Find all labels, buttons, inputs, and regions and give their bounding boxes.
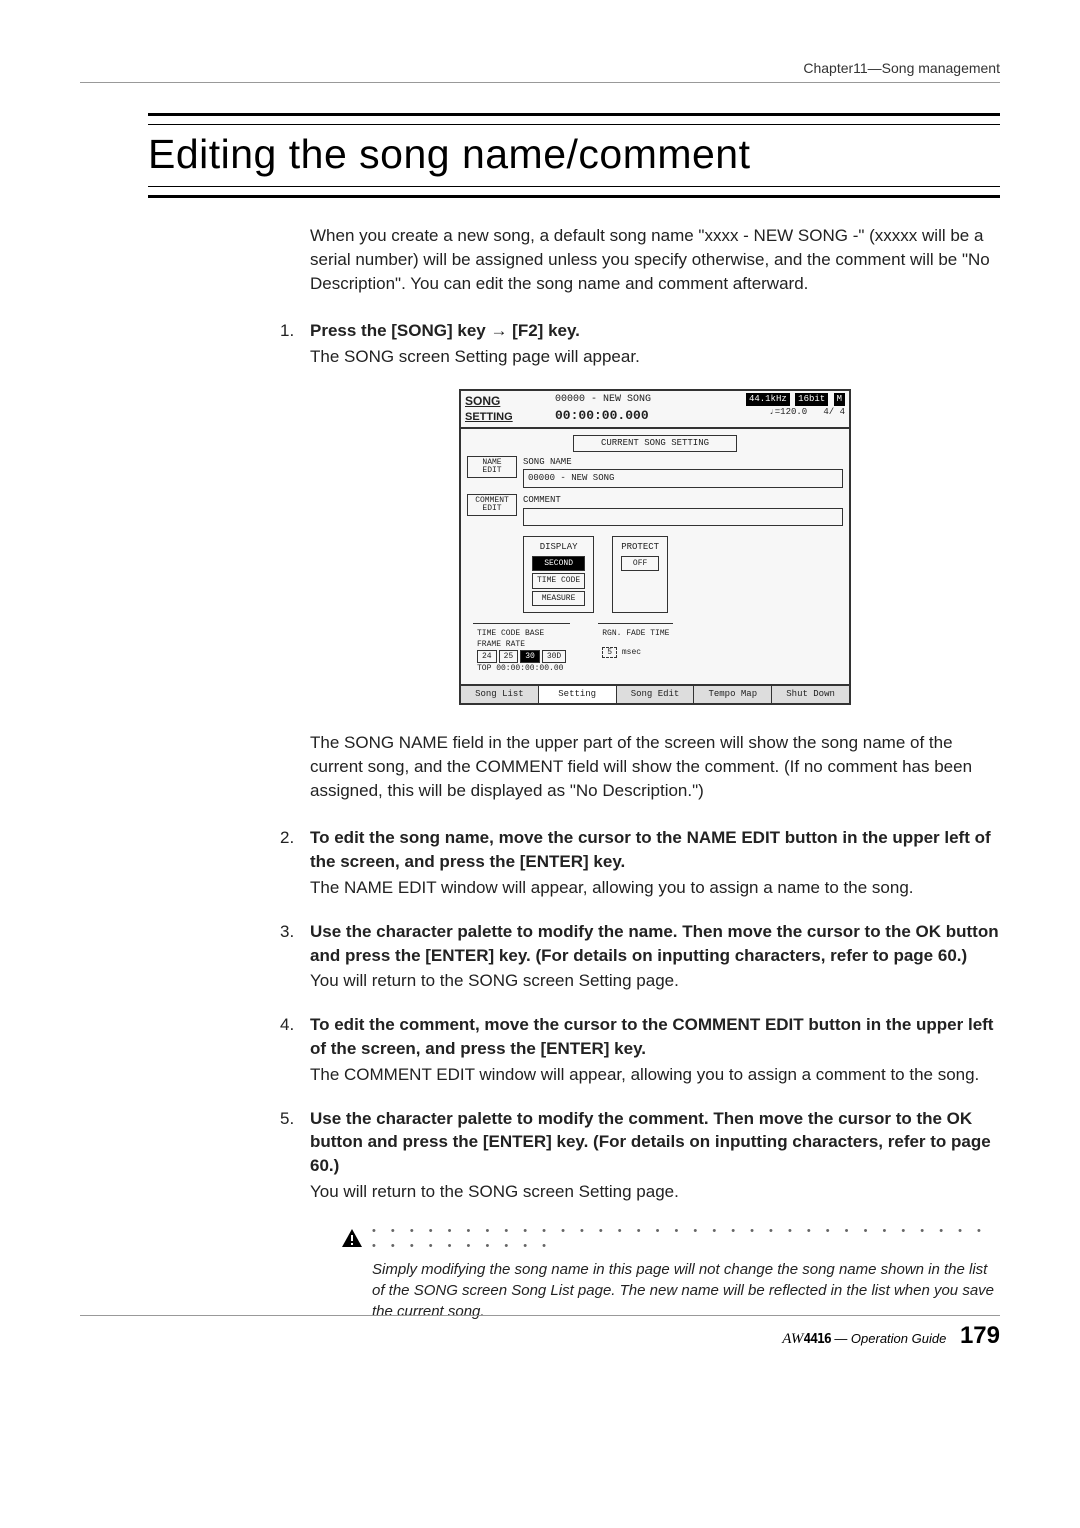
display-panel: DISPLAY SECOND TIME CODE MEASURE [523, 536, 594, 613]
frame-rate-25[interactable]: 25 [499, 650, 519, 663]
song-setting-screenshot: SONG SETTING 00000 - NEW SONG 00:00:00.0… [310, 389, 1000, 705]
step-1: 1. Press the [SONG] key → [F2] key. The … [310, 319, 1000, 369]
step-desc: You will return to the SONG screen Setti… [310, 1180, 1000, 1204]
song-name-label: SONG NAME [523, 456, 843, 469]
ss-title-song: SONG [465, 393, 547, 410]
ss-song-line: 00000 - NEW SONG [555, 393, 738, 407]
page-title: Editing the song name/comment [148, 131, 1000, 178]
timecode-top: TOP 00:00:00:00.00 [477, 663, 566, 674]
timecode-base-title: TIME CODE BASE [477, 628, 566, 639]
tab-song-list[interactable]: Song List [461, 686, 539, 703]
step-2: 2. To edit the song name, move the curso… [310, 826, 1000, 899]
warning-icon [340, 1224, 372, 1322]
ss-mono-icon: M [834, 393, 845, 406]
comment-edit-button[interactable]: COMMENTEDIT [467, 494, 517, 516]
protect-panel: PROTECT OFF [612, 536, 668, 613]
frame-rate-30d[interactable]: 30D [542, 650, 566, 663]
display-opt-second[interactable]: SECOND [532, 556, 585, 571]
warning-dots: • • • • • • • • • • • • • • • • • • • • … [372, 1224, 1000, 1255]
page-footer: AW4416 — Operation Guide 179 [80, 1315, 1000, 1350]
warning-text: Simply modifying the song name in this p… [372, 1259, 1000, 1322]
footer-guide: — Operation Guide [834, 1331, 946, 1346]
after-screenshot-paragraph: The SONG NAME field in the upper part of… [310, 731, 1000, 802]
step-number: 3. [280, 920, 310, 993]
step-head: To edit the song name, move the cursor t… [310, 826, 1000, 874]
chapter-header: Chapter11—Song management [80, 60, 1000, 83]
ss-title-setting: SETTING [465, 410, 547, 425]
ss-bits: 16bit [795, 393, 828, 406]
step-number: 2. [280, 826, 310, 899]
step-head: Use the character palette to modify the … [310, 1107, 1000, 1178]
comment-field[interactable] [523, 508, 843, 526]
step-number: 4. [280, 1013, 310, 1086]
tab-shut-down[interactable]: Shut Down [772, 686, 849, 703]
step-4: 4. To edit the comment, move the cursor … [310, 1013, 1000, 1086]
step-head: To edit the comment, move the cursor to … [310, 1013, 1000, 1061]
display-opt-timecode[interactable]: TIME CODE [532, 573, 585, 588]
step-head: Press the [SONG] key → [F2] key. [310, 319, 1000, 343]
title-block: Editing the song name/comment [148, 113, 1000, 198]
intro-paragraph: When you create a new song, a default so… [310, 224, 1000, 295]
warning-block: • • • • • • • • • • • • • • • • • • • • … [340, 1224, 1000, 1322]
frame-rate-30[interactable]: 30 [520, 650, 540, 663]
name-edit-button[interactable]: NAMEEDIT [467, 456, 517, 478]
comment-label: COMMENT [523, 494, 843, 507]
song-name-field[interactable]: 00000 - NEW SONG [523, 469, 843, 488]
step-head: Use the character palette to modify the … [310, 920, 1000, 968]
ss-samplerate: 44.1kHz [746, 393, 790, 406]
step-number: 1. [280, 319, 310, 369]
ss-time-display: 00:00:00.000 [555, 407, 738, 425]
ss-sig: 4/ 4 [823, 407, 845, 417]
footer-model: 4416 [803, 1332, 830, 1347]
step-number: 5. [280, 1107, 310, 1204]
step-5: 5. Use the character palette to modify t… [310, 1107, 1000, 1204]
fade-time-panel: RGN. FADE TIME 5 msec [598, 623, 673, 679]
frame-rate-label: FRAME RATE [477, 639, 566, 650]
page-number: 179 [960, 1322, 1000, 1349]
ss-tempo: ♩=120.0 [769, 407, 807, 417]
tab-setting[interactable]: Setting [539, 686, 617, 703]
footer-brand: AW [782, 1331, 803, 1347]
fade-time-unit: msec [622, 648, 641, 657]
step-desc: The NAME EDIT window will appear, allowi… [310, 876, 1000, 900]
step-desc: You will return to the SONG screen Setti… [310, 969, 1000, 993]
protect-off-button[interactable]: OFF [621, 556, 659, 571]
tab-song-edit[interactable]: Song Edit [617, 686, 695, 703]
timecode-base-panel: TIME CODE BASE FRAME RATE 24 25 30 30D T… [473, 623, 570, 679]
step-3: 3. Use the character palette to modify t… [310, 920, 1000, 993]
ss-section-title: CURRENT SONG SETTING [573, 435, 737, 452]
fade-time-value[interactable]: 5 [602, 647, 617, 658]
fade-time-title: RGN. FADE TIME [602, 628, 669, 639]
display-panel-title: DISPLAY [532, 541, 585, 554]
tab-tempo-map[interactable]: Tempo Map [694, 686, 772, 703]
protect-panel-title: PROTECT [621, 541, 659, 554]
display-opt-measure[interactable]: MEASURE [532, 591, 585, 606]
step-desc: The COMMENT EDIT window will appear, all… [310, 1063, 1000, 1087]
step-desc: The SONG screen Setting page will appear… [310, 345, 1000, 369]
frame-rate-24[interactable]: 24 [477, 650, 497, 663]
